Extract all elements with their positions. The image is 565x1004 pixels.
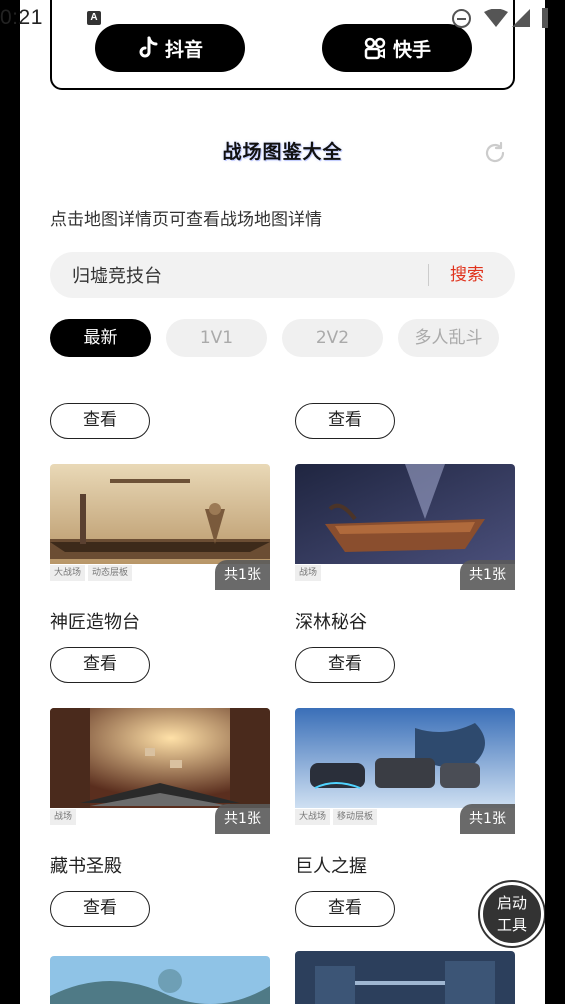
previous-card-name-left <box>50 372 250 386</box>
tab-latest[interactable]: 最新 <box>50 319 151 357</box>
tab-1v1[interactable]: 1V1 <box>166 319 267 357</box>
map-thumbnail[interactable]: 战场 共1张 <box>50 708 270 834</box>
tab-2v2[interactable]: 2V2 <box>282 319 383 357</box>
tag: 战场 <box>295 565 322 581</box>
map-thumbnail[interactable]: 战场 共1张 <box>295 464 515 590</box>
map-thumbnail[interactable]: 大战场 动态层板 共1张 <box>50 464 270 590</box>
kuaishou-button[interactable]: 快手 <box>322 24 472 72</box>
search-button[interactable]: 搜索 <box>450 252 484 298</box>
view-button[interactable]: 查看 <box>50 403 150 439</box>
map-image <box>295 951 515 1004</box>
platform-card: 抖音 快手 <box>50 0 515 90</box>
map-thumbnail[interactable] <box>50 956 270 1004</box>
tag-list: 战场 <box>50 809 77 829</box>
tag: 战场 <box>50 809 77 825</box>
launch-tool-button[interactable]: 启动 工具 <box>480 882 544 946</box>
refresh-icon[interactable] <box>482 140 508 166</box>
tag-list: 大战场 动态层板 <box>50 565 133 585</box>
map-name: 巨人之握 <box>295 856 367 877</box>
douyin-icon <box>139 36 158 58</box>
map-name: 藏书圣殿 <box>50 856 122 877</box>
view-button[interactable]: 查看 <box>50 647 150 683</box>
image-count-badge: 共1张 <box>215 560 270 590</box>
map-name: 深林秘谷 <box>295 612 367 633</box>
page-title: 战场图鉴大全 <box>222 141 343 163</box>
map-thumbnail[interactable]: 大战场 移动层板 共1张 <box>295 708 515 834</box>
app-page: 抖音 快手 战场图鉴大全 点击地图详情页可查看战场地图详情 搜索 最新 1V1 … <box>20 0 545 1004</box>
fab-label-line1: 启动 <box>496 894 527 912</box>
tag: 动态层板 <box>88 565 133 581</box>
image-count-badge: 共1张 <box>215 804 270 834</box>
douyin-label: 抖音 <box>164 38 203 61</box>
view-button[interactable]: 查看 <box>295 891 395 927</box>
tag: 大战场 <box>50 565 86 581</box>
kuaishou-icon <box>364 37 386 60</box>
image-count-badge: 共1张 <box>460 560 515 590</box>
image-count-badge: 共1张 <box>460 804 515 834</box>
kuaishou-label: 快手 <box>392 38 431 61</box>
map-thumbnail[interactable] <box>295 951 515 1004</box>
tag-list: 战场 <box>295 565 322 585</box>
map-image <box>50 956 270 1004</box>
douyin-button[interactable]: 抖音 <box>95 24 245 72</box>
search-input[interactable] <box>72 252 402 298</box>
search-divider <box>428 264 429 286</box>
tag: 移动层板 <box>333 809 378 825</box>
search-bar: 搜索 <box>50 252 515 298</box>
map-name: 神匠造物台 <box>50 612 140 633</box>
fab-label-line2: 工具 <box>496 916 527 934</box>
view-button[interactable]: 查看 <box>50 891 150 927</box>
view-button[interactable]: 查看 <box>295 647 395 683</box>
hint-text: 点击地图详情页可查看战场地图详情 <box>50 210 322 230</box>
tab-melee[interactable]: 多人乱斗 <box>398 319 499 357</box>
view-button[interactable]: 查看 <box>295 403 395 439</box>
tag-list: 大战场 移动层板 <box>295 809 378 829</box>
map-list[interactable]: 查看 查看 大战场 动态层板 共1张 战场 共1张 神匠造物台 深林秘谷 查看 … <box>20 372 545 1004</box>
tag: 大战场 <box>295 809 331 825</box>
